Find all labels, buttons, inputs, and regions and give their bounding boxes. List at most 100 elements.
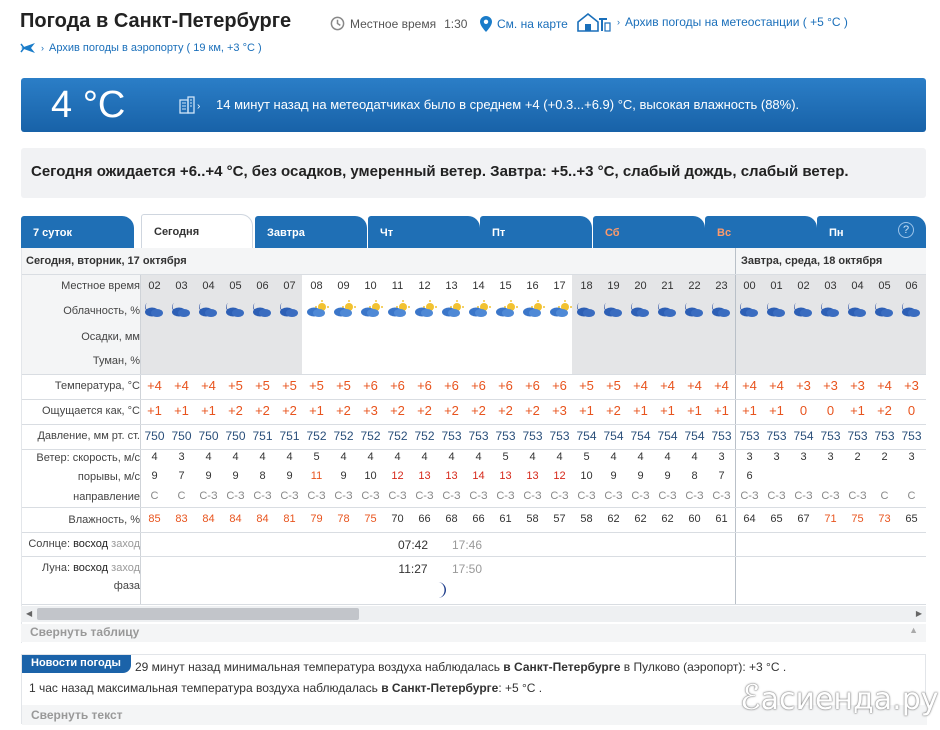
gusts-cell: 6 [746,470,753,482]
feels-cell: +2 [498,403,513,418]
row-label-time: Местное время [61,280,140,292]
station-archive-label[interactable]: Архив погоды на метеостанции ( +5 °C ) [625,15,848,29]
wind-cell: 3 [827,451,834,463]
airport-archive-label[interactable]: Архив погоды в аэропорту ( 19 км, +3 °C … [49,42,262,54]
feels-cell: +2 [255,403,270,418]
hour-cell: 05 [229,280,242,292]
humidity-cell: 78 [337,513,350,525]
temp-cell: +5 [606,378,621,393]
collapse-table-button[interactable]: Свернуть таблицу ▲ [21,624,926,642]
airport-archive-link[interactable]: › Архив погоды в аэропорту ( 19 км, +3 °… [20,41,262,55]
tab-fri[interactable]: Пт [480,216,592,248]
tab-sat[interactable]: Сб [593,216,705,248]
humidity-cell: 70 [391,513,404,525]
feels-cell: +1 [174,403,189,418]
temp-cell: +6 [390,378,405,393]
humidity-cell: 60 [688,513,701,525]
cloudy-day-icon [415,300,437,317]
humidity-cell: 67 [797,513,810,525]
gusts-cell: 14 [472,470,485,482]
temp-cell: +5 [255,378,270,393]
scroll-right-icon[interactable]: ▶ [916,609,922,618]
hour-cell: 03 [824,280,837,292]
feels-cell: +3 [363,403,378,418]
hour-cell: 00 [743,280,756,292]
temp-cell: +6 [417,378,432,393]
tab-today[interactable]: Сегодня [141,214,253,248]
gusts-cell: 13 [499,470,512,482]
feels-cell: +2 [877,403,892,418]
temp-cell: +5 [282,378,297,393]
temp-cell: +6 [552,378,567,393]
collapse-table-label[interactable]: Свернуть таблицу [30,625,139,639]
hour-cell: 09 [337,280,350,292]
direction-cell: С-З [334,490,353,502]
wind-cell: 4 [205,451,212,463]
hour-cell: 15 [499,280,512,292]
gusts-cell: 13 [418,470,431,482]
row-label-temp: Температура, °C [54,380,140,392]
pressure-cell: 753 [441,429,462,443]
temp-cell: +5 [336,378,351,393]
hour-cell: 06 [905,280,918,292]
row-label-moon: Луна: восход заход [22,562,140,574]
humidity-cell: 57 [553,513,566,525]
direction-cell: С [880,490,889,502]
hour-cell: 12 [418,280,431,292]
feels-cell: 0 [799,403,808,418]
gusts-cell: 10 [364,470,377,482]
temp-cell: +6 [363,378,378,393]
wind-cell: 5 [502,451,509,463]
hour-cell: 21 [661,280,674,292]
forecast-summary: Сегодня ожидается +6..+4 °C, без осадков… [21,148,926,198]
news-2-a: 1 час назад максимальная температура воз… [29,681,382,695]
pressure-cell: 750 [198,429,219,443]
sun-prefix: Солнце: [28,538,74,550]
hour-cell: 07 [283,280,296,292]
direction-cell: С-З [388,490,407,502]
humidity-cell: 84 [229,513,242,525]
moonrise-value: 11:27 [398,562,428,576]
station-archive-link[interactable]: › Архив погоды на метеостанции ( +5 °C ) [576,12,848,32]
gusts-cell: 9 [664,470,671,482]
humidity-cell: 66 [418,513,431,525]
row-label-precip: Осадки, мм [81,331,140,343]
scroll-thumb[interactable] [37,608,359,620]
wind-cell: 3 [178,451,185,463]
current-weather-panel: 4 °C › 14 минут назад на метеодатчиках б… [21,78,926,132]
day-today-label: Сегодня, вторник, 17 октября [26,255,187,267]
direction-cell: С-З [685,490,704,502]
map-link-label[interactable]: См. на карте [497,17,568,31]
tab-7-days[interactable]: 7 суток [21,216,134,248]
tab-sun[interactable]: Вс [705,216,817,248]
tab-thu[interactable]: Чт [368,216,480,248]
feels-cell: 0 [826,403,835,418]
gusts-cell: 10 [580,470,593,482]
hour-cell: 11 [391,280,404,292]
feels-cell: +2 [471,403,486,418]
map-link[interactable]: См. на карте [480,16,568,32]
scroll-left-icon[interactable]: ◀ [26,609,32,618]
direction-cell: С-З [280,490,299,502]
cloudy-night-icon [658,303,676,317]
table-scrollbar[interactable]: ◀ ▶ [21,606,926,622]
station-icon [577,12,611,32]
wind-cell: 2 [854,451,861,463]
temp-cell: +5 [579,378,594,393]
news-line-2: 1 час назад максимальная температура воз… [29,681,542,695]
pressure-cell: 753 [847,429,868,443]
collapse-arrow-icon[interactable]: ▲ [909,625,918,635]
building-icon: › [179,96,200,114]
help-icon[interactable]: ? [898,222,914,238]
direction-cell: С-З [631,490,650,502]
hourly-forecast-table: Сегодня, вторник, 17 октября Завтра, сре… [21,248,926,643]
cloudy-night-icon [577,303,595,317]
pressure-cell: 753 [468,429,489,443]
wind-cell: 4 [286,451,293,463]
pressure-cell: 754 [684,429,705,443]
gusts-cell: 9 [151,470,158,482]
direction-cell: С-З [253,490,272,502]
direction-cell: С-З [415,490,434,502]
feels-cell: +2 [525,403,540,418]
tab-tomorrow[interactable]: Завтра [255,216,367,248]
